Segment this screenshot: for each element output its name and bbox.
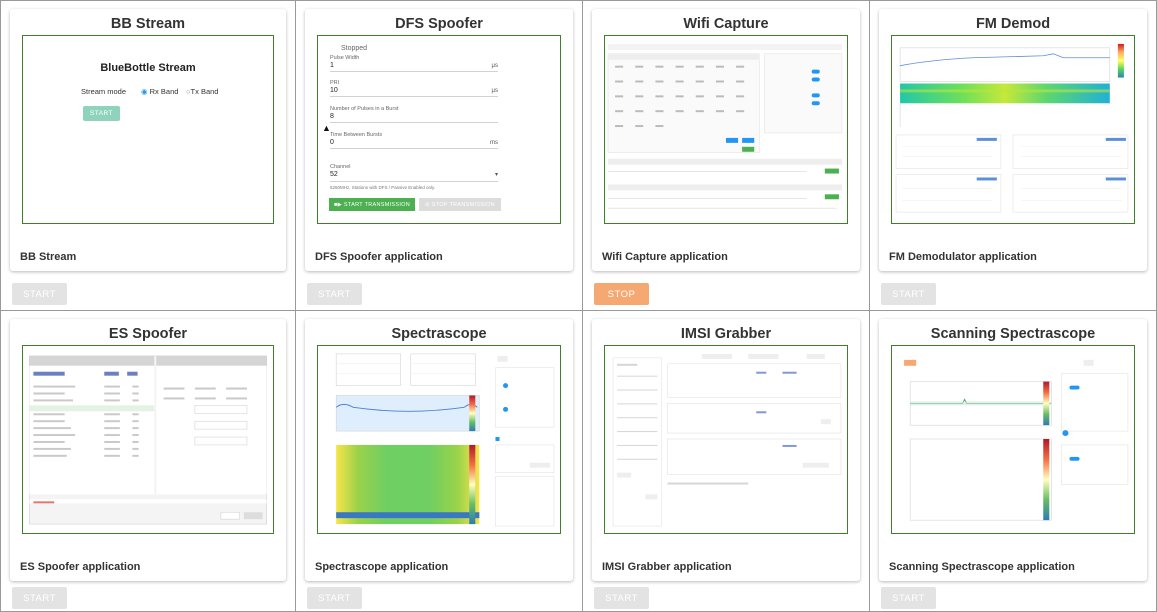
radio-tx-band[interactable]: ○Tx Band: [186, 87, 218, 96]
radio-rx-label: Rx Band: [149, 87, 179, 96]
app-card[interactable]: BB Stream BlueBottle Stream Stream mode …: [10, 9, 286, 271]
app-card[interactable]: Wifi Capture Wifi Capture application: [592, 9, 860, 271]
card-description: ES Spoofer application: [20, 561, 141, 573]
field-value: 52: [330, 171, 338, 178]
preview-frame: [604, 345, 848, 534]
field-value: 0: [330, 139, 334, 146]
card-title: Scanning Spectrascope: [930, 326, 1096, 342]
stop-button[interactable]: STOP: [594, 283, 649, 305]
start-transmission-label: START TRANSMISSION: [343, 201, 411, 208]
card-description: Scanning Spectrascope application: [889, 561, 1075, 573]
field-label: Channel: [330, 164, 351, 170]
field-unit: ms: [490, 140, 498, 146]
preview-frame: BlueBottle Stream Stream mode ◉ Rx Band …: [22, 35, 274, 224]
play-icon: ■▶: [333, 201, 344, 208]
app-card[interactable]: IMSI Grabber IMSI Grabber application: [592, 319, 860, 581]
cursor-icon: ▲: [322, 123, 331, 133]
preview-title: BlueBottle Stream: [100, 62, 196, 74]
stop-circle-icon: ⊘: [425, 201, 432, 208]
card-description: IMSI Grabber application: [602, 561, 732, 573]
field-label: PRI: [330, 80, 340, 86]
fm-demod-thumbnail: [895, 43, 1129, 213]
field-underline: [330, 148, 498, 149]
card-title: ES Spoofer: [108, 326, 188, 342]
card-title: Wifi Capture: [683, 16, 769, 32]
preview-frame: [891, 35, 1135, 224]
field-value: 8: [330, 113, 334, 120]
start-button[interactable]: START: [881, 283, 936, 305]
app-card[interactable]: Spectrascope Spectrascope application: [305, 319, 573, 581]
spectrascope-thumbnail: [335, 353, 555, 527]
imsi-grabber-thumbnail: [612, 353, 842, 527]
field-underline: [330, 122, 498, 123]
app-cell-dfs-spoofer: DFS Spoofer Stopped Pulse Width 1 μs PRI…: [295, 0, 583, 311]
card-description: Wifi Capture application: [602, 251, 728, 263]
card-title: DFS Spoofer: [395, 16, 483, 32]
app-card[interactable]: Scanning Spectrascope Scanning Spectrasc…: [879, 319, 1147, 581]
app-cell-spectrascope: Spectrascope Spectrascope application ST…: [295, 310, 583, 612]
field-value: 10: [330, 87, 338, 94]
preview-frame: Stopped Pulse Width 1 μs PRI 10 μs Numbe…: [317, 35, 561, 224]
preview-frame: [22, 345, 274, 534]
field-label: Time Between Bursts: [330, 132, 383, 138]
field-underline: [330, 96, 498, 97]
scanning-spectrascope-thumbnail: [904, 359, 1129, 521]
card-description: FM Demodulator application: [889, 251, 1037, 263]
app-cell-wifi-capture: Wifi Capture Wifi Capture application ST…: [582, 0, 870, 311]
field-unit: μs: [491, 63, 498, 69]
app-cell-es-spoofer: ES Spoofer ES Spoofer application START: [0, 310, 296, 612]
es-spoofer-thumbnail: [28, 355, 268, 525]
start-button[interactable]: START: [12, 587, 67, 609]
card-title: FM Demod: [975, 16, 1051, 32]
preview-frame: [317, 345, 561, 534]
stream-mode-label: Stream mode: [81, 87, 127, 96]
app-cell-scanning-spectrascope: Scanning Spectrascope Scanning Spectrasc…: [869, 310, 1157, 612]
start-button[interactable]: START: [881, 587, 936, 609]
status-text: Stopped: [341, 45, 368, 52]
card-title: BB Stream: [110, 16, 186, 32]
radio-checked-icon: ◉: [141, 87, 148, 96]
radio-tx-label: Tx Band: [190, 87, 219, 96]
application-grid: BB Stream BlueBottle Stream Stream mode …: [0, 0, 1157, 612]
field-underline: [330, 181, 498, 182]
field-unit: μs: [491, 88, 498, 94]
start-button[interactable]: START: [12, 283, 67, 305]
preview-frame: [891, 345, 1135, 534]
radio-rx-band[interactable]: ◉ Rx Band: [141, 87, 178, 96]
start-button[interactable]: START: [307, 283, 362, 305]
start-button[interactable]: START: [307, 587, 362, 609]
app-cell-imsi-grabber: IMSI Grabber IMSI Grabber application ST…: [582, 310, 870, 612]
card-title: Spectrascope: [391, 326, 487, 342]
card-description: DFS Spoofer application: [315, 251, 443, 263]
app-card[interactable]: DFS Spoofer Stopped Pulse Width 1 μs PRI…: [305, 9, 573, 271]
stop-transmission-label: STOP TRANSMISSION: [431, 201, 495, 208]
preview-start-button: START: [83, 106, 120, 121]
card-description: BB Stream: [20, 251, 77, 263]
card-description: Spectrascope application: [315, 561, 449, 573]
stop-transmission-button: ⊘ STOP TRANSMISSION: [419, 198, 501, 211]
app-cell-fm-demod: FM Demod FM Demodulator application STAR…: [869, 0, 1157, 311]
dropdown-arrow-icon: ▾: [494, 172, 498, 178]
field-label: Pulse Width: [330, 55, 360, 61]
field-underline: [330, 71, 498, 72]
start-button[interactable]: START: [594, 587, 649, 609]
field-value: 1: [330, 62, 334, 69]
start-transmission-button: ■▶ START TRANSMISSION: [329, 198, 415, 211]
channel-note: 5260MHz. Stations with DFS / Passive Ena…: [330, 185, 436, 190]
app-cell-bb-stream: BB Stream BlueBottle Stream Stream mode …: [0, 0, 296, 311]
app-card[interactable]: FM Demod FM Demodulator application: [879, 9, 1147, 271]
preview-frame: [604, 35, 848, 224]
app-card[interactable]: ES Spoofer ES Spoofer application: [10, 319, 286, 581]
wifi-capture-thumbnail: [607, 43, 843, 209]
field-label: Number of Pulses in a Burst: [330, 106, 399, 112]
card-title: IMSI Grabber: [680, 326, 772, 342]
